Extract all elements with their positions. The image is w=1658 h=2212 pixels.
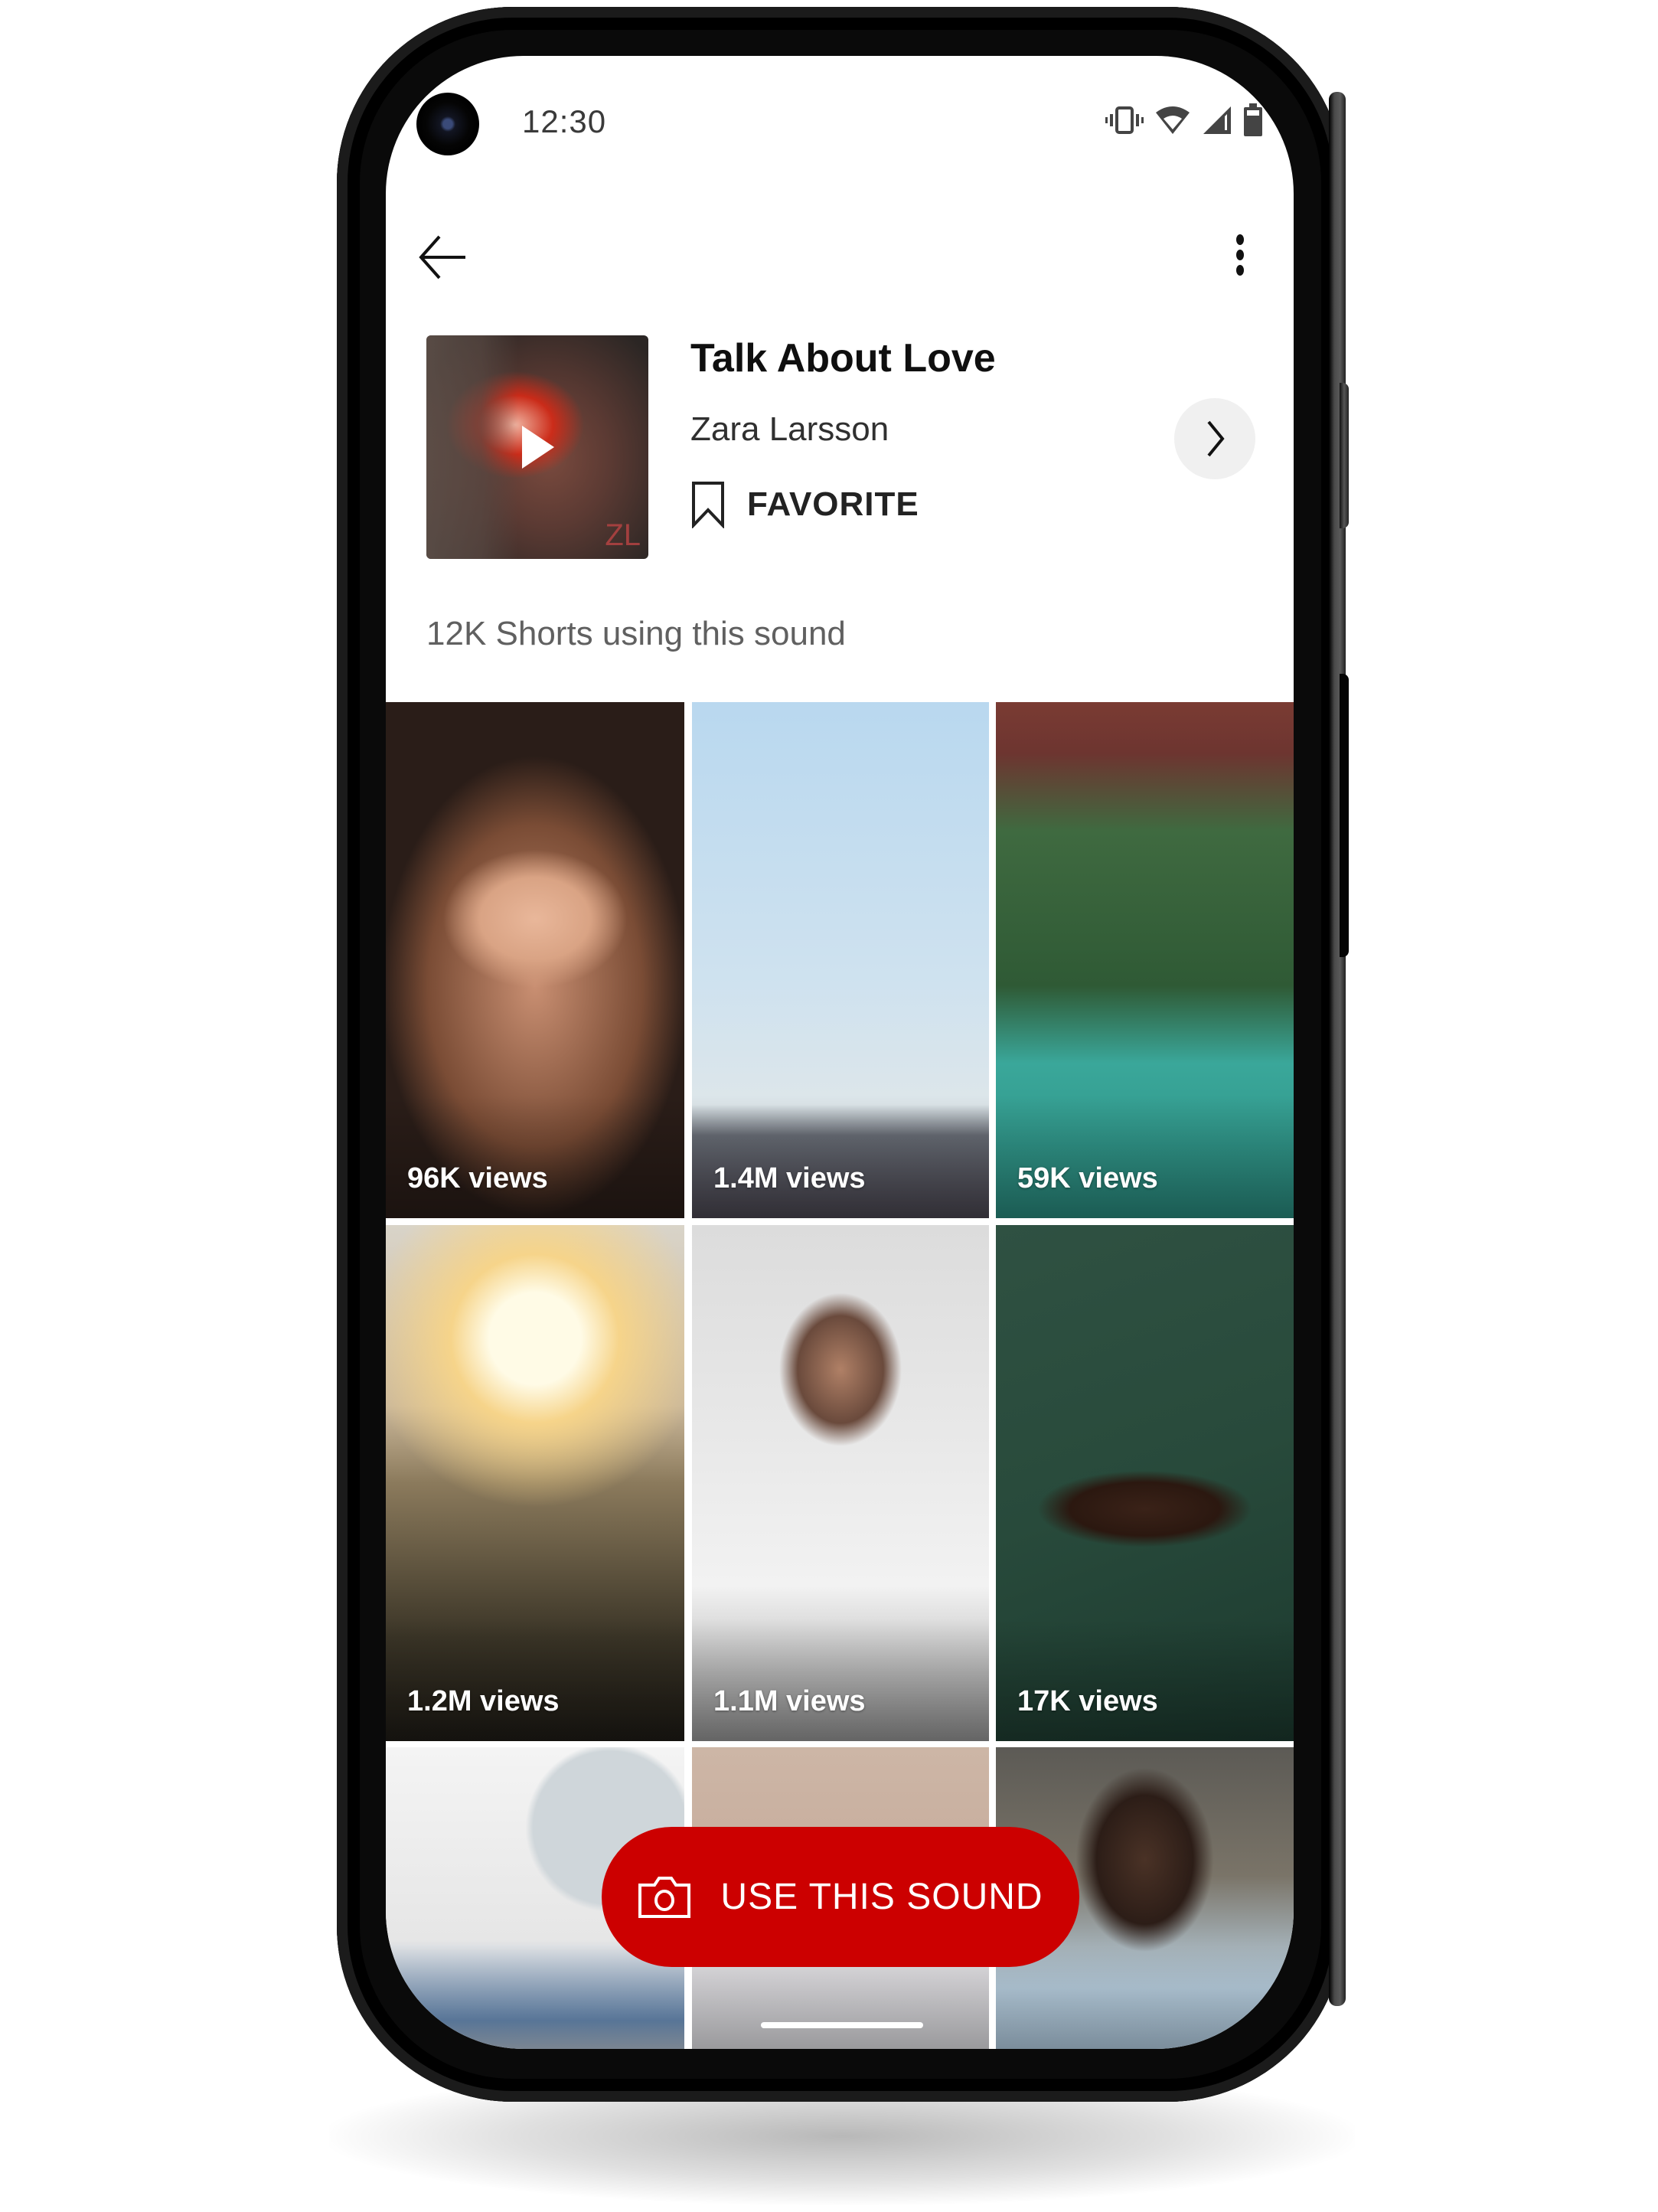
favorite-button[interactable]: FAVORITE <box>690 481 919 528</box>
album-art[interactable]: ZL <box>426 335 648 559</box>
vibrate-icon <box>1105 106 1144 134</box>
wifi-icon <box>1156 106 1190 134</box>
shorts-count: 12K Shorts using this sound <box>426 615 846 652</box>
short-thumbnail-overlay <box>996 1096 1294 1218</box>
use-this-sound-label: USE THIS SOUND <box>720 1877 1043 1917</box>
short-views: 1.4M views <box>713 1162 866 1194</box>
short-tile[interactable]: 1.1M views <box>692 1225 989 1741</box>
power-button <box>1340 383 1349 528</box>
short-thumbnail-overlay <box>996 1946 1294 2049</box>
short-thumbnail-overlay <box>386 1946 684 2049</box>
short-tile[interactable]: 17K views <box>996 1225 1294 1741</box>
album-art-detail <box>426 335 518 559</box>
phone-edge <box>1329 92 1346 2006</box>
short-thumbnail-overlay <box>386 1096 684 1218</box>
more-options-button[interactable] <box>1217 224 1263 286</box>
chevron-right-icon <box>1207 420 1225 457</box>
more-vertical-icon <box>1236 234 1244 276</box>
battery-icon <box>1244 103 1262 136</box>
play-icon[interactable] <box>522 426 554 469</box>
status-time: 12:30 <box>522 103 607 139</box>
screen: 12:30 ZL Talk About Love Zara Larsson FA… <box>386 56 1294 2049</box>
favorite-label: FAVORITE <box>747 485 919 523</box>
short-views: 96K views <box>407 1162 548 1194</box>
short-tile[interactable]: 1.2M views <box>386 1225 684 1741</box>
arrow-left-icon <box>419 235 465 279</box>
short-tile[interactable]: 96K views <box>386 702 684 1218</box>
bookmark-icon <box>692 482 724 528</box>
home-indicator[interactable] <box>761 2022 923 2028</box>
short-tile[interactable]: 1.4M views <box>692 702 989 1218</box>
cellular-signal-icon <box>1203 106 1231 134</box>
short-thumbnail-overlay <box>692 1619 989 1741</box>
open-sound-button[interactable] <box>1174 398 1255 479</box>
status-bar: 12:30 <box>386 56 1294 186</box>
top-app-bar <box>386 209 1294 301</box>
artist-name[interactable]: Zara Larsson <box>690 410 889 449</box>
short-views: 1.2M views <box>407 1685 560 1717</box>
short-tile[interactable]: 59K views <box>996 702 1294 1218</box>
short-views: 1.1M views <box>713 1685 866 1717</box>
short-views: 59K views <box>1017 1162 1158 1194</box>
use-this-sound-button[interactable]: USE THIS SOUND <box>602 1827 1079 1967</box>
sound-info: ZL Talk About Love Zara Larsson FAVORITE <box>386 335 1294 565</box>
short-thumbnail-overlay <box>996 1619 1294 1741</box>
camera-icon <box>638 1876 691 1918</box>
status-icons <box>1105 103 1263 137</box>
volume-button <box>1340 674 1349 957</box>
front-camera <box>416 93 479 155</box>
sound-title: Talk About Love <box>690 336 996 381</box>
short-thumbnail-overlay <box>692 1096 989 1218</box>
back-button[interactable] <box>416 230 478 284</box>
short-thumbnail-overlay <box>386 1619 684 1741</box>
album-logo: ZL <box>605 518 641 552</box>
short-views: 17K views <box>1017 1685 1158 1717</box>
